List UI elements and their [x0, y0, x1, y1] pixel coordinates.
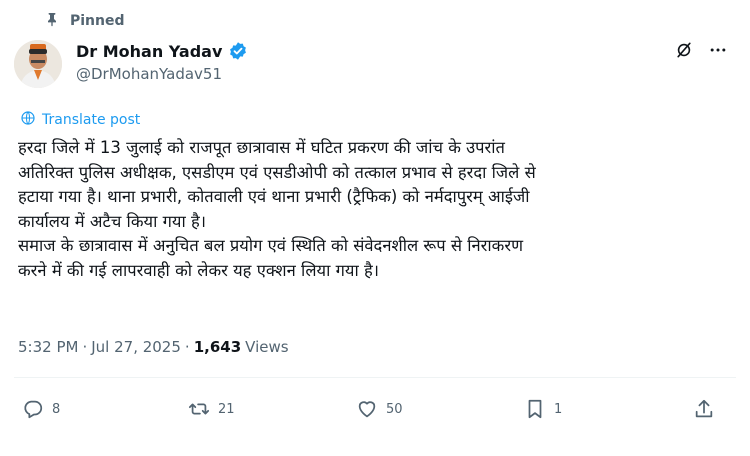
tweet-meta: 5:32 PM · Jul 27, 2025 · 1,643 Views: [18, 338, 289, 356]
verified-badge-icon[interactable]: [228, 41, 248, 61]
author-block: Dr Mohan Yadav @DrMohanYadav51: [76, 40, 248, 83]
bookmark-icon: [524, 398, 546, 420]
translate-post-label: Translate post: [42, 112, 141, 128]
globe-icon: [20, 110, 36, 130]
heart-icon: [356, 398, 378, 420]
tweet-date[interactable]: Jul 27, 2025: [91, 338, 181, 356]
author-handle[interactable]: @DrMohanYadav51: [76, 65, 248, 83]
reply-count: 8: [52, 401, 61, 417]
like-count: 50: [386, 401, 403, 417]
meta-separator: ·: [82, 338, 88, 356]
action-bar: 8 21 50 1: [0, 398, 750, 428]
translate-post-link[interactable]: Translate post: [20, 110, 140, 130]
share-button[interactable]: [693, 398, 715, 420]
share-icon: [693, 398, 715, 420]
top-actions: [674, 40, 728, 60]
bookmark-button[interactable]: 1: [524, 398, 562, 420]
pinned-indicator: Pinned: [44, 11, 125, 31]
author-name[interactable]: Dr Mohan Yadav: [76, 42, 222, 61]
tweet-time[interactable]: 5:32 PM: [18, 338, 78, 356]
pin-icon: [44, 11, 60, 31]
tweet-text-line: अतिरिक्त पुलिस अधीक्षक, एसडीएम एवं एसडीओ…: [18, 162, 536, 182]
pinned-label: Pinned: [70, 13, 125, 29]
tweet-text: हरदा जिले में 13 जुलाई को राजपूत छात्राव…: [18, 136, 734, 283]
views-label: Views: [245, 338, 289, 356]
retweet-icon: [188, 398, 210, 420]
reply-icon: [22, 398, 44, 420]
divider: [14, 377, 736, 378]
grok-icon[interactable]: [674, 40, 694, 60]
bookmark-count: 1: [554, 401, 563, 417]
tweet-text-line: करने में की गई लापरवाही को लेकर यह एक्शन…: [18, 260, 379, 280]
tweet-text-line: हटाया गया है। थाना प्रभारी, कोतवाली एवं …: [18, 187, 530, 206]
tweet-text-line: कार्यालय में अटैच किया गया है।: [18, 211, 206, 231]
tweet-text-line: हरदा जिले में 13 जुलाई को राजपूत छात्राव…: [18, 138, 505, 157]
retweet-button[interactable]: 21: [188, 398, 235, 420]
reply-button[interactable]: 8: [22, 398, 60, 420]
avatar[interactable]: [14, 40, 62, 88]
tweet-text-line: समाज के छात्रावास में अनुचित बल प्रयोग ए…: [18, 236, 524, 255]
meta-separator: ·: [184, 338, 190, 356]
more-options-icon[interactable]: [708, 40, 728, 60]
retweet-count: 21: [218, 401, 235, 417]
views-count: 1,643: [193, 338, 242, 356]
like-button[interactable]: 50: [356, 398, 403, 420]
